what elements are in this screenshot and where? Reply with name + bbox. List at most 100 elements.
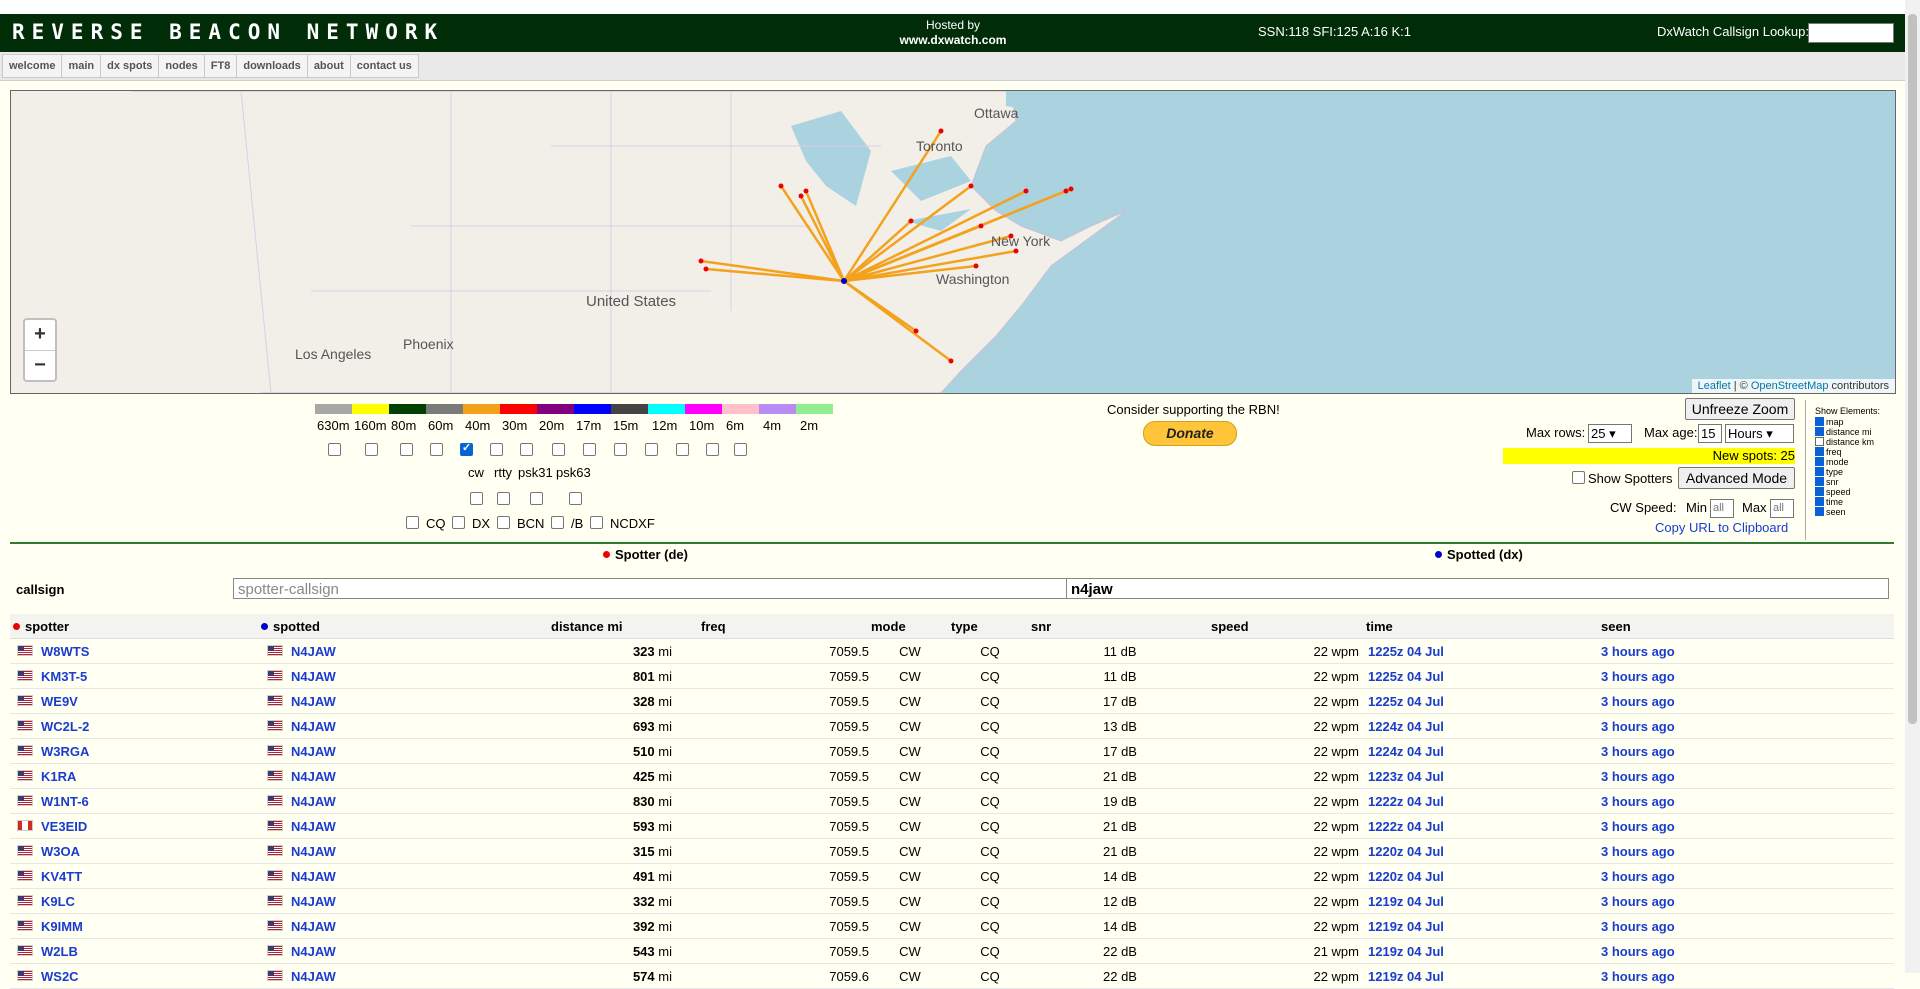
- spotter-link[interactable]: K9IMM: [41, 919, 83, 934]
- seen-link[interactable]: 3 hours ago: [1601, 869, 1675, 884]
- osm-link[interactable]: OpenStreetMap: [1751, 380, 1829, 392]
- nav-tab-main[interactable]: main: [61, 54, 102, 78]
- spotter-link[interactable]: WE9V: [41, 694, 78, 709]
- spotted-link[interactable]: N4JAW: [291, 644, 336, 659]
- band-checkbox-30m[interactable]: [490, 443, 503, 456]
- show-element-snr[interactable]: snr: [1815, 477, 1839, 487]
- band-checkbox-40m[interactable]: [460, 441, 473, 456]
- spotted-link[interactable]: N4JAW: [291, 669, 336, 684]
- spotted-link[interactable]: N4JAW: [291, 944, 336, 959]
- type-checkbox-bcn[interactable]: [497, 516, 510, 529]
- col-time[interactable]: time: [1360, 614, 1600, 639]
- seen-link[interactable]: 3 hours ago: [1601, 694, 1675, 709]
- time-link[interactable]: 1224z 04 Jul: [1368, 719, 1444, 734]
- spotter-link[interactable]: W3OA: [41, 844, 80, 859]
- spotted-link[interactable]: N4JAW: [291, 969, 336, 984]
- show-element-mode[interactable]: mode: [1815, 457, 1849, 467]
- seen-link[interactable]: 3 hours ago: [1601, 794, 1675, 809]
- col-seen[interactable]: seen: [1600, 614, 1894, 639]
- show-element-checkbox[interactable]: [1815, 477, 1824, 486]
- show-element-distance-km[interactable]: distance km: [1815, 437, 1874, 447]
- mode-checkbox-psk31[interactable]: [530, 492, 543, 505]
- band-checkbox-2m[interactable]: [734, 443, 747, 456]
- zoom-in-button[interactable]: +: [25, 320, 55, 351]
- band-checkbox-6m[interactable]: [676, 443, 689, 456]
- spotter-link[interactable]: K9LC: [41, 894, 75, 909]
- spotter-link[interactable]: W2LB: [41, 944, 78, 959]
- time-link[interactable]: 1219z 04 Jul: [1368, 969, 1444, 984]
- band-checkbox-160m[interactable]: [365, 443, 378, 456]
- scrollbar-thumb[interactable]: [1908, 14, 1917, 724]
- spotter-link[interactable]: W3RGA: [41, 744, 89, 759]
- seen-link[interactable]: 3 hours ago: [1601, 644, 1675, 659]
- spotted-link[interactable]: N4JAW: [291, 694, 336, 709]
- leaflet-link[interactable]: Leaflet: [1698, 380, 1731, 392]
- band-checkbox-60m[interactable]: [430, 443, 443, 456]
- time-link[interactable]: 1219z 04 Jul: [1368, 894, 1444, 909]
- nav-tab-downloads[interactable]: downloads: [236, 54, 308, 78]
- max-age-unit-select[interactable]: Hours ▾: [1725, 424, 1794, 443]
- seen-link[interactable]: 3 hours ago: [1601, 894, 1675, 909]
- band-checkbox-630m[interactable]: [328, 443, 341, 456]
- seen-link[interactable]: 3 hours ago: [1601, 744, 1675, 759]
- copy-url-link[interactable]: Copy URL to Clipboard: [1655, 520, 1788, 535]
- site-logo[interactable]: REVERSE BEACON NETWORK: [12, 20, 444, 44]
- col-type[interactable]: type: [950, 614, 1030, 639]
- time-link[interactable]: 1219z 04 Jul: [1368, 944, 1444, 959]
- seen-link[interactable]: 3 hours ago: [1601, 844, 1675, 859]
- spotted-callsign-input[interactable]: n4jaw: [1066, 578, 1889, 599]
- spotted-link[interactable]: N4JAW: [291, 744, 336, 759]
- seen-link[interactable]: 3 hours ago: [1601, 719, 1675, 734]
- nav-tab-dx-spots[interactable]: dx spots: [100, 54, 160, 78]
- show-element-checkbox[interactable]: [1815, 497, 1824, 506]
- spotted-link[interactable]: N4JAW: [291, 794, 336, 809]
- spotted-link[interactable]: N4JAW: [291, 869, 336, 884]
- show-element-checkbox[interactable]: [1815, 417, 1824, 426]
- time-link[interactable]: 1223z 04 Jul: [1368, 769, 1444, 784]
- mode-checkbox-psk63[interactable]: [569, 492, 582, 505]
- unfreeze-zoom-button[interactable]: Unfreeze Zoom: [1685, 398, 1795, 420]
- col-speed[interactable]: speed: [1210, 614, 1360, 639]
- donate-button[interactable]: Donate: [1143, 421, 1237, 446]
- seen-link[interactable]: 3 hours ago: [1601, 669, 1675, 684]
- spotted-link[interactable]: N4JAW: [291, 819, 336, 834]
- spotter-link[interactable]: W8WTS: [41, 644, 89, 659]
- nav-tab-welcome[interactable]: welcome: [2, 54, 63, 78]
- spotter-link[interactable]: KV4TT: [41, 869, 82, 884]
- callsign-lookup-input[interactable]: [1808, 23, 1894, 43]
- show-element-checkbox[interactable]: [1815, 427, 1824, 436]
- show-element-checkbox[interactable]: [1815, 437, 1824, 446]
- show-element-speed[interactable]: speed: [1815, 487, 1851, 497]
- cw-max-input[interactable]: all: [1770, 499, 1794, 518]
- nav-tab-nodes[interactable]: nodes: [158, 54, 205, 78]
- spotter-link[interactable]: K1RA: [41, 769, 76, 784]
- show-element-checkbox[interactable]: [1815, 507, 1824, 516]
- show-element-distance-mi[interactable]: distance mi: [1815, 427, 1872, 437]
- spotter-link[interactable]: VE3EID: [41, 819, 87, 834]
- show-spotters-checkbox[interactable]: [1572, 471, 1585, 484]
- band-checkbox-12m[interactable]: [614, 443, 627, 456]
- time-link[interactable]: 1224z 04 Jul: [1368, 744, 1444, 759]
- hosted-by-link[interactable]: www.dxwatch.com: [880, 33, 1026, 48]
- col-snr[interactable]: snr: [1030, 614, 1210, 639]
- mode-checkbox-cw[interactable]: [470, 492, 483, 505]
- max-age-input[interactable]: 15: [1698, 424, 1722, 443]
- time-link[interactable]: 1225z 04 Jul: [1368, 669, 1444, 684]
- time-link[interactable]: 1222z 04 Jul: [1368, 819, 1444, 834]
- show-element-map[interactable]: map: [1815, 417, 1844, 427]
- spotted-link[interactable]: N4JAW: [291, 919, 336, 934]
- spotted-link[interactable]: N4JAW: [291, 719, 336, 734]
- seen-link[interactable]: 3 hours ago: [1601, 919, 1675, 934]
- band-checkbox-80m[interactable]: [400, 443, 413, 456]
- col-spotter[interactable]: spotter: [10, 614, 260, 639]
- type-checkbox-dx[interactable]: [452, 516, 465, 529]
- show-element-checkbox[interactable]: [1815, 467, 1824, 476]
- col-distance[interactable]: distance mi: [550, 614, 700, 639]
- page-scrollbar[interactable]: [1905, 0, 1920, 973]
- seen-link[interactable]: 3 hours ago: [1601, 819, 1675, 834]
- show-element-checkbox[interactable]: [1815, 457, 1824, 466]
- spotted-link[interactable]: N4JAW: [291, 844, 336, 859]
- show-element-checkbox[interactable]: [1815, 487, 1824, 496]
- show-element-type[interactable]: type: [1815, 467, 1843, 477]
- time-link[interactable]: 1220z 04 Jul: [1368, 869, 1444, 884]
